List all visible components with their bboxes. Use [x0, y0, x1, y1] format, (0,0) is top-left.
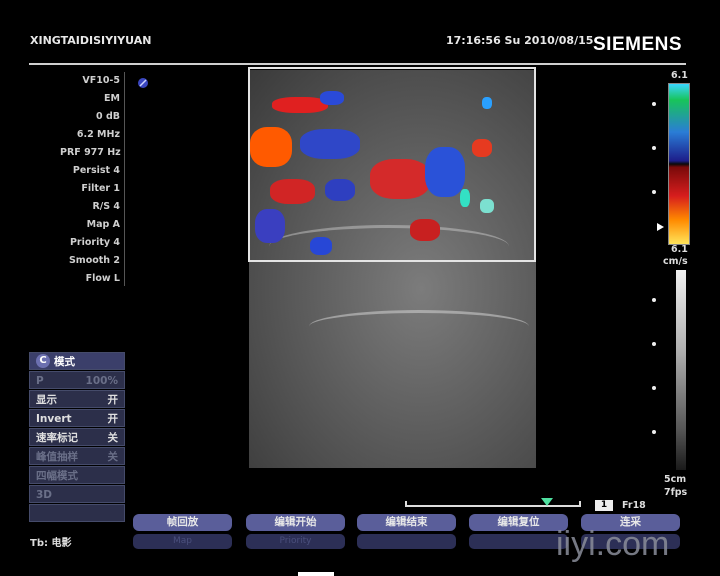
- tb-label: Tb: 电影: [30, 538, 72, 549]
- param-line: Smooth 2: [68, 255, 120, 266]
- depth-marker: [652, 430, 656, 434]
- menu-item-label: 速率标记: [36, 432, 78, 444]
- color-scale-unit: cm/s: [663, 256, 688, 267]
- menu-item-value: 100%: [85, 375, 118, 387]
- depth-label: 5cm: [664, 474, 687, 485]
- header-divider: [29, 63, 686, 65]
- color-scale-min: 6.1: [671, 244, 688, 255]
- depth-marker: [652, 342, 656, 346]
- color-scale-max: 6.1: [671, 70, 688, 81]
- softkey-secondary-button[interactable]: [357, 534, 456, 549]
- menu-item[interactable]: 峰值抽样 关: [29, 447, 125, 465]
- softkey-button[interactable]: 编辑复位: [469, 514, 568, 531]
- flow-blob: [320, 91, 344, 105]
- frame-label: Fr18: [622, 500, 646, 511]
- menu-item-label: 峰值抽样: [36, 451, 78, 463]
- menu-item[interactable]: P 100%: [29, 371, 125, 389]
- c-mode-badge-icon: C: [36, 354, 50, 368]
- flow-blob: [325, 179, 355, 201]
- flow-blob: [425, 147, 465, 197]
- depth-marker: [652, 146, 656, 150]
- flow-blob: [250, 127, 292, 167]
- menu-item-value: 开: [107, 394, 119, 406]
- watermark: iiyi.com: [556, 525, 670, 563]
- menu-item-label: 3D: [36, 489, 53, 501]
- flow-blob: [472, 139, 492, 157]
- slider-tick: [405, 501, 407, 507]
- grayscale-bar: [676, 270, 686, 470]
- depth-marker: [652, 298, 656, 302]
- param-line: Filter 1: [81, 183, 120, 194]
- softkey-secondary-button[interactable]: Map: [133, 534, 232, 549]
- imaging-params: VF10-5 EM 0 dB 6.2 MHz PRF 977 Hz Persist 4 Fi…: [60, 72, 121, 288]
- slider-handle-icon[interactable]: [541, 498, 553, 506]
- param-line: PRF 977 Hz: [60, 147, 121, 158]
- flow-blob: [370, 159, 430, 199]
- color-roi-box[interactable]: [248, 67, 536, 262]
- tissue-boundary: [309, 310, 529, 343]
- flow-blob: [300, 129, 360, 159]
- mode-menu: C 模式 P 100% 显示开 Invert 开速率标记关峰值抽样关四幅模式 3D: [29, 352, 125, 523]
- param-line: R/S 4: [92, 201, 120, 212]
- menu-item-value: 开: [107, 413, 119, 425]
- param-line: EM: [104, 93, 120, 104]
- menu-item[interactable]: [29, 504, 125, 522]
- flow-blob: [270, 179, 315, 204]
- menu-item[interactable]: 速率标记 关: [29, 428, 125, 446]
- menu-title[interactable]: C 模式: [29, 352, 125, 370]
- menu-item[interactable]: 显示 开: [29, 390, 125, 408]
- menu-title-label: 模式: [54, 356, 75, 368]
- probe-orientation-icon: [136, 75, 150, 89]
- frame-box: 1: [595, 500, 613, 511]
- color-velocity-bar: [668, 83, 690, 245]
- param-line: 6.2 MHz: [76, 129, 120, 140]
- softkey-button[interactable]: 编辑开始: [246, 514, 345, 531]
- param-line: VF10-5: [82, 75, 120, 86]
- frame-rate-label: 7fps: [664, 487, 688, 498]
- param-line: Map A: [86, 219, 120, 230]
- flow-blob: [310, 237, 332, 255]
- slider-tick: [579, 501, 581, 507]
- menu-item[interactable]: 3D: [29, 485, 125, 503]
- softkey-secondary-button[interactable]: [469, 534, 568, 549]
- flow-blob: [460, 189, 470, 207]
- menu-item-label: Invert: [36, 413, 72, 425]
- param-line: Flow L: [85, 273, 120, 284]
- depth-marker: [652, 190, 656, 194]
- menu-item[interactable]: 四幅模式: [29, 466, 125, 484]
- menu-item-value: 关: [107, 451, 119, 463]
- depth-marker: [652, 102, 656, 106]
- param-line: Persist 4: [72, 165, 120, 176]
- hospital-name: XINGTAIDISIYIYUAN: [30, 34, 152, 47]
- flow-blob: [482, 97, 492, 109]
- menu-item-value: 关: [107, 432, 119, 444]
- datetime: 17:16:56 Su 2010/08/15: [446, 34, 594, 47]
- menu-item-label: 四幅模式: [36, 470, 78, 482]
- param-line: 0 dB: [96, 111, 120, 122]
- menu-item[interactable]: Invert 开: [29, 409, 125, 427]
- depth-marker: [652, 386, 656, 390]
- flow-blob: [480, 199, 494, 213]
- softkey-button[interactable]: 帧回放: [133, 514, 232, 531]
- menu-item-label: P: [36, 375, 44, 387]
- baseline-marker-icon[interactable]: [657, 223, 664, 231]
- softkey-secondary-button[interactable]: Priority: [246, 534, 345, 549]
- cine-slider[interactable]: [405, 498, 581, 507]
- brand-logo: SIEMENS: [593, 34, 683, 55]
- softkey-button[interactable]: 编辑结束: [357, 514, 456, 531]
- params-divider: [124, 72, 125, 286]
- param-line: Priority 4: [69, 237, 120, 248]
- bottom-indicator: [298, 572, 334, 576]
- menu-item-label: 显示: [36, 394, 57, 406]
- flow-blob: [410, 219, 440, 241]
- flow-blob: [255, 209, 285, 243]
